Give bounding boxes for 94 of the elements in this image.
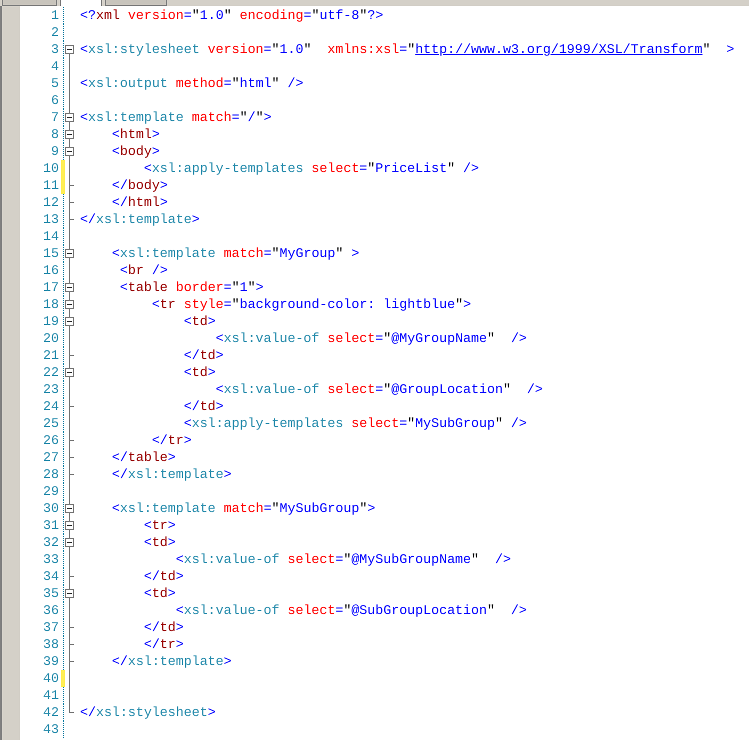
code-line: </tr> (150, 432, 192, 449)
line-number: 9 (50, 143, 59, 160)
line-number: 41 (42, 687, 59, 704)
code-line: </td> (182, 398, 224, 415)
line-number: 40 (42, 670, 59, 687)
line-number: 31 (42, 517, 59, 534)
line-number: 11 (42, 177, 59, 194)
fold-toggle[interactable] (65, 249, 74, 258)
line-number: 29 (42, 483, 59, 500)
code-line: <xsl:template match="MySubGroup"> (110, 500, 376, 517)
code-line: <xsl:apply-templates select="PriceList" /> (142, 160, 480, 177)
code-line: <table border="1"> (118, 279, 264, 296)
line-number: 14 (42, 228, 59, 245)
code-line: <xsl:template match="MyGroup" > (110, 245, 360, 262)
fold-toggle[interactable] (65, 504, 74, 513)
code-line: <xsl:value-of select="@SubGroupLocation" /> (174, 602, 527, 619)
line-number: 7 (50, 109, 59, 126)
code-line: </xsl:template> (110, 653, 232, 670)
code-line: </tr> (142, 636, 184, 653)
line-number: 39 (42, 653, 59, 670)
code-line: </td> (182, 347, 224, 364)
tab[interactable] (60, 0, 102, 6)
code-line: <td> (182, 364, 216, 381)
line-number: 18 (42, 296, 59, 313)
fold-toggle[interactable] (65, 368, 74, 377)
line-number: 30 (42, 500, 59, 517)
code-line: <xsl:value-of select="@MyGroupName" /> (214, 330, 527, 347)
code-line: </xsl:template> (110, 466, 232, 483)
line-number: 15 (42, 245, 59, 262)
code-line: <xsl:value-of select="@MySubGroupName" /> (174, 551, 511, 568)
fold-toggle[interactable] (65, 45, 74, 54)
code-line: <xsl:apply-templates select="MySubGroup" /> (182, 415, 527, 432)
code-line: </xsl:stylesheet> (80, 704, 216, 721)
code-line: </body> (110, 177, 168, 194)
fold-toggle[interactable] (65, 538, 74, 547)
line-number: 3 (50, 41, 59, 58)
code-line: <html> (110, 126, 160, 143)
line-number: 28 (42, 466, 59, 483)
code-line: </td> (142, 619, 184, 636)
line-number: 33 (42, 551, 59, 568)
fold-toggle[interactable] (65, 300, 74, 309)
code-line: <td> (142, 534, 176, 551)
code-line: </td> (142, 568, 184, 585)
line-number: 23 (42, 381, 59, 398)
line-number: 35 (42, 585, 59, 602)
link[interactable]: http://www.w3.org/1999/XSL/Transform (415, 41, 702, 58)
code-line: </html> (110, 194, 168, 211)
line-number: 34 (42, 568, 59, 585)
line-number: 25 (42, 415, 59, 432)
line-number: 20 (42, 330, 59, 347)
code-line: <td> (182, 313, 216, 330)
line-number: 32 (42, 534, 59, 551)
line-number: 17 (42, 279, 59, 296)
line-number: 26 (42, 432, 59, 449)
line-number: 42 (42, 704, 59, 721)
code-line: <br /> (118, 262, 168, 279)
line-number: 12 (42, 194, 59, 211)
fold-toggle[interactable] (65, 130, 74, 139)
line-number: 24 (42, 398, 59, 415)
line-number: 13 (42, 211, 59, 228)
code-line: <xsl:output method="html" /> (80, 75, 304, 92)
line-number: 37 (42, 619, 59, 636)
line-number: 21 (42, 347, 59, 364)
fold-toggle[interactable] (65, 589, 74, 598)
line-number: 36 (42, 602, 59, 619)
line-number: 1 (50, 7, 59, 24)
code-line: </xsl:template> (80, 211, 200, 228)
code-line: <td> (142, 585, 176, 602)
code-line: </table> (110, 449, 176, 466)
code-text: " > (702, 41, 734, 58)
line-number: 8 (50, 126, 59, 143)
line-number: 19 (42, 313, 59, 330)
line-number: 10 (42, 160, 59, 177)
code-line: <tr> (142, 517, 176, 534)
line-number: 16 (42, 262, 59, 279)
line-number: 22 (42, 364, 59, 381)
line-number: 43 (42, 721, 59, 738)
line-number: 4 (50, 58, 59, 75)
line-number: 2 (50, 24, 59, 41)
line-number: 5 (50, 75, 59, 92)
fold-toggle[interactable] (65, 113, 74, 122)
fold-toggle[interactable] (65, 147, 74, 156)
code-line: <body> (110, 143, 160, 160)
code-line: <xsl:template match="/"> (80, 109, 272, 126)
fold-toggle[interactable] (65, 317, 74, 326)
line-number: 38 (42, 636, 59, 653)
fold-toggle[interactable] (65, 521, 74, 530)
code-text: <xsl:stylesheet version="1.0" xmlns:xsl=" (80, 41, 416, 58)
code-line: <xsl:value-of select="@GroupLocation" /> (214, 381, 543, 398)
line-number: 6 (50, 92, 59, 109)
code-line: <?xml version="1.0" encoding="utf-8"?> (80, 7, 384, 24)
line-number: 27 (42, 449, 59, 466)
fold-toggle[interactable] (65, 283, 74, 292)
code-line: <tr style="background-color: lightblue"> (150, 296, 472, 313)
